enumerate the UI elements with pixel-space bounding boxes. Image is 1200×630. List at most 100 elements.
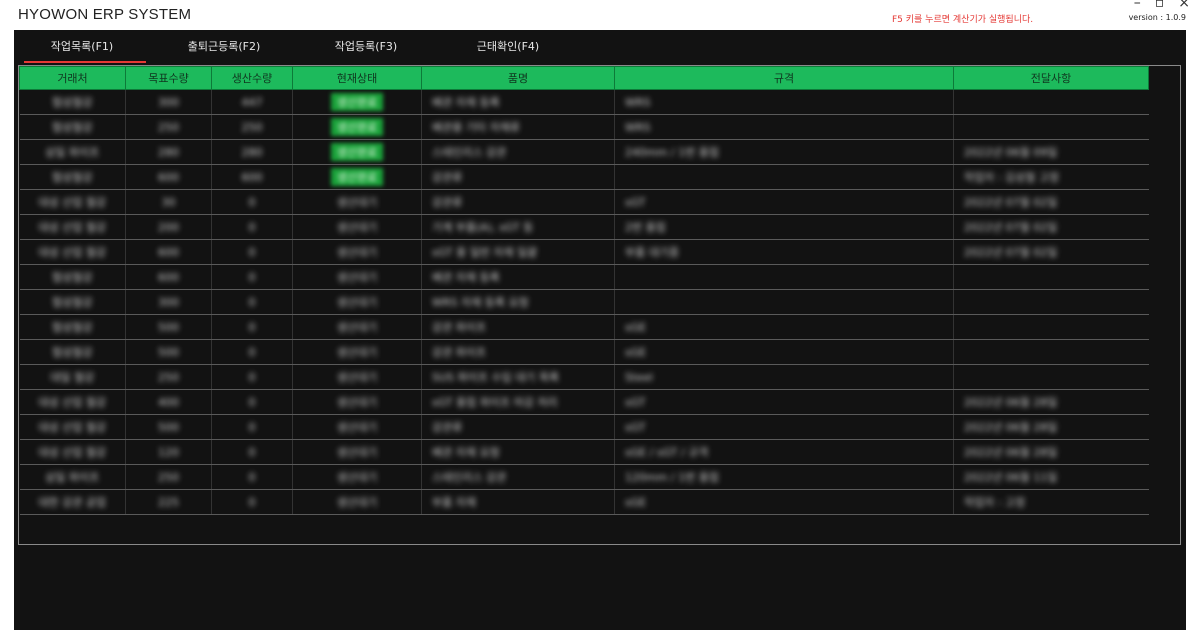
cell-notes: 2022년 07월 02일 [953,239,1149,265]
cell-produced-qty: 280 [211,139,293,165]
cell-client: 협성철강 [19,164,126,190]
table-row[interactable]: 대성 산업 철강 120 0 생산대기 배관 자재 요청 sGE / sGT / 규격 20… [19,439,1149,465]
table-row[interactable]: 삼일 파이프 280 280 생산완료 스테인리스 강관 240mm / 1번 용접 202… [19,139,1149,165]
cell-status: 생산완료 [292,139,422,165]
table-row[interactable]: 대성 산업 철강 600 0 생산대기 sGT 용 일반 자재 일괄 부품 대기중 2022… [19,239,1149,265]
cell-product-name: sGT 용접 파이프 마감 처리 [421,389,615,415]
cell-notes [953,89,1149,115]
notes-value: 2022년 07월 02일 [964,196,1058,209]
client-value: 협성철강 [52,296,93,309]
tab-attendance-check[interactable]: 근태확인(F4) [444,36,572,62]
cell-produced-qty: 0 [211,264,293,290]
cell-notes: 2022년 06월 28일 [953,389,1149,415]
table-row[interactable]: 협성철강 500 0 생산대기 강관 파이프 sGE [19,339,1149,365]
cell-target-qty: 30 [125,189,212,215]
table-row[interactable]: 대성 산업 철강 400 0 생산대기 sGT 용접 파이프 마감 처리 sGT 2022년… [19,389,1149,415]
column-header-status[interactable]: 현재상태 [292,66,422,90]
cell-target-qty: 250 [125,114,212,140]
cell-status: 생산대기 [292,214,422,240]
cell-spec: sGE [614,489,954,515]
tab-attendance-register[interactable]: 출퇴근등록(F2) [160,36,288,62]
notes-value: 2022년 06월 28일 [964,446,1058,459]
table-row[interactable]: 협성철강 300 0 생산대기 WRS 자재 등록 요청 [19,289,1149,315]
product-name-value: 강관류 [432,196,463,209]
status-badge: 생산대기 [336,196,378,209]
client-value: 대성 산업 철강 [38,246,107,259]
cell-client: 대성 산업 철강 [19,389,126,415]
cell-status: 생산대기 [292,364,422,390]
cell-status: 생산대기 [292,414,422,440]
cell-spec: 240mm / 1번 용접 [614,139,954,165]
produced-qty-value: 447 [241,95,263,109]
cell-target-qty: 600 [125,264,212,290]
spec-value: sGE / sGT / 규격 [625,446,709,459]
product-name-value: SUS 파이프 수입 대기 목록 [432,371,560,384]
tab-work-register[interactable]: 작업등록(F3) [302,36,430,62]
column-header-client[interactable]: 거래처 [19,66,126,90]
produced-qty-value: 0 [248,270,256,284]
close-icon[interactable]: × [1178,0,1190,10]
column-header-spec[interactable]: 규격 [614,66,954,90]
cell-produced-qty: 0 [211,289,293,315]
work-list-table: 거래처 목표수량 생산수량 현재상태 품명 규격 전달사항 협성철강 300 447… [19,66,1149,515]
cell-notes: 2022년 06월 09일 [953,139,1149,165]
minimize-icon[interactable]: – [1134,0,1141,10]
table-row[interactable]: 대성 산업 철강 200 0 생산대기 기계 부품(A), sGT 등 2번 용접 2022… [19,214,1149,240]
table-row[interactable]: 대성 산업 철강 30 0 생산대기 강관류 sGT 2022년 07월 02일 [19,189,1149,215]
table-row[interactable]: 대한 강관 공업 225 0 생산대기 부품 자재 sGE 작업자 : 고정 [19,489,1149,515]
spec-value: Steel [625,370,653,384]
client-value: 삼일 파이프 [45,471,100,484]
status-badge: 생산대기 [336,371,378,384]
column-header-product-name[interactable]: 품명 [421,66,615,90]
tab-bar: 작업목록(F1) 출퇴근등록(F2) 작업등록(F3) 근태확인(F4) [18,36,586,63]
target-qty-value: 300 [158,295,179,309]
cell-produced-qty: 0 [211,389,293,415]
table-row[interactable]: 대성 산업 철강 500 0 생산대기 강관류 sGT 2022년 06월 28일 [19,414,1149,440]
table-row[interactable]: 협성철강 250 250 생산완료 배관용 기타 자재류 WRS [19,114,1149,140]
column-header-notes[interactable]: 전달사항 [953,66,1149,90]
cell-produced-qty: 0 [211,489,293,515]
target-qty-value: 500 [158,345,179,359]
cell-produced-qty: 0 [211,414,293,440]
status-badge: 생산완료 [330,168,384,186]
status-badge: 생산대기 [336,346,378,359]
table-row[interactable]: 삼일 파이프 250 0 생산대기 스테인리스 강관 120mm / 1번 용접 2022년… [19,464,1149,490]
status-value: 생산완료 [293,168,421,186]
column-header-target-qty[interactable]: 목표수량 [125,66,212,90]
table-row[interactable]: 협성철강 300 447 생산완료 배관 자재 등록 WRS [19,89,1149,115]
cell-spec: sGE [614,314,954,340]
version-label: version : 1.0.9 [1128,13,1186,22]
cell-spec: WRS [614,89,954,115]
spec-value: 부품 대기중 [625,246,680,259]
table-row[interactable]: 대일 철강 250 0 생산대기 SUS 파이프 수입 대기 목록 Steel [19,364,1149,390]
status-badge: 생산대기 [336,396,378,409]
cell-target-qty: 500 [125,339,212,365]
produced-qty-value: 0 [248,445,256,459]
cell-spec: 120mm / 1번 용접 [614,464,954,490]
status-value: 생산완료 [293,93,421,111]
cell-product-name: 강관류 [421,189,615,215]
target-qty-value: 30 [161,195,176,209]
cell-client: 협성철강 [19,314,126,340]
cell-notes [953,289,1149,315]
cell-client: 협성철강 [19,289,126,315]
column-header-produced-qty[interactable]: 생산수량 [211,66,293,90]
client-value: 협성철강 [52,171,93,184]
client-value: 협성철강 [52,346,93,359]
client-value: 협성철강 [52,121,93,134]
cell-client: 협성철강 [19,114,126,140]
client-value: 협성철강 [52,96,93,109]
restore-icon[interactable]: ▫ [1155,0,1165,10]
client-value: 대성 산업 철강 [38,196,107,209]
cell-notes: 2022년 07월 02일 [953,214,1149,240]
cell-produced-qty: 0 [211,464,293,490]
table-row[interactable]: 협성철강 500 0 생산대기 강관 파이프 sGE [19,314,1149,340]
cell-client: 대성 산업 철강 [19,239,126,265]
target-qty-value: 600 [158,170,179,184]
target-qty-value: 120 [158,445,179,459]
target-qty-value: 600 [158,245,179,259]
status-value: 생산대기 [293,369,421,385]
tab-work-list[interactable]: 작업목록(F1) [18,36,146,63]
table-row[interactable]: 협성철강 600 600 생산완료 강관류 작업자 : 김성철 고정 [19,164,1149,190]
table-row[interactable]: 협성철강 600 0 생산대기 배관 자재 등록 [19,264,1149,290]
